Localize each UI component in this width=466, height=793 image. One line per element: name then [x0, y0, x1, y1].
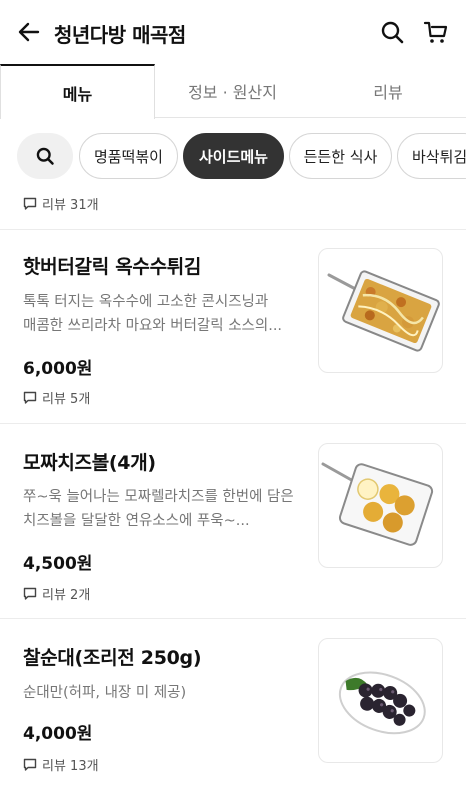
tab-menu[interactable]: 메뉴	[0, 64, 155, 119]
tab-review[interactable]: 리뷰	[310, 64, 466, 118]
store-tabs: 메뉴 정보 · 원산지 리뷰	[0, 64, 466, 119]
item-photo	[318, 638, 443, 763]
back-button[interactable]	[16, 18, 42, 46]
review-count-text: 리뷰 31개	[42, 198, 99, 213]
item-review-count: 리뷰 2개	[23, 584, 90, 603]
chip-crispy-fried[interactable]: 바삭튀김	[397, 133, 466, 179]
speech-bubble-icon	[23, 758, 37, 771]
item-review-count: 리뷰 5개	[23, 388, 90, 407]
search-icon	[36, 147, 54, 165]
corn-fritter-tray-image	[327, 270, 440, 352]
search-button[interactable]	[378, 18, 406, 46]
page-title: 청년다방 매곡점	[54, 23, 186, 47]
arrow-left-icon	[18, 22, 40, 42]
item-description: 톡톡 터지는 옥수수에 고소한 콘시즈닝과 매콤한 쓰리라차 마요와 버터갈릭 …	[23, 294, 283, 334]
menu-item-sundae[interactable]: 찰순대(조리전 250g) 순대만(허파, 내장 미 제공) 4,000원 리뷰…	[0, 619, 466, 793]
menu-item-mozza-cheese-ball[interactable]: 모짜치즈볼(4개) 쭈~욱 늘어나는 모짜렐라치즈를 한번에 담은 치즈볼을 달…	[0, 424, 466, 618]
item-description: 순대만(허파, 내장 미 제공)	[23, 685, 187, 701]
speech-bubble-icon	[23, 197, 37, 210]
search-icon	[381, 21, 404, 44]
item-name: 찰순대(조리전 250g)	[23, 647, 202, 669]
item-description: 쭈~욱 늘어나는 모짜렐라치즈를 한번에 담은 치즈볼을 달달한 연유소스에 푸…	[23, 489, 294, 529]
cart-button[interactable]	[422, 18, 450, 46]
item-review-count: 리뷰 13개	[23, 755, 99, 774]
speech-bubble-icon	[23, 587, 37, 600]
item-name: 핫버터갈릭 옥수수튀김	[23, 256, 202, 278]
speech-bubble-icon	[23, 391, 37, 404]
cheese-ball-tray-image	[321, 462, 434, 546]
item-photo	[318, 443, 443, 568]
sundae-plate-image	[338, 671, 426, 735]
previous-item-review-count[interactable]: 리뷰 31개	[23, 194, 99, 213]
chip-premium-tteokbokki[interactable]: 명품떡볶이	[79, 133, 178, 179]
tab-info-origin[interactable]: 정보 · 원산지	[155, 64, 310, 118]
app-header: 청년다방 매곡점	[0, 0, 466, 64]
chip-side-menu[interactable]: 사이드메뉴	[183, 133, 284, 179]
item-price: 4,500원	[23, 554, 93, 574]
chip-hearty-meal[interactable]: 든든한 식사	[289, 133, 392, 179]
item-price: 4,000원	[23, 724, 93, 744]
menu-item-corn-fritter[interactable]: 핫버터갈릭 옥수수튀김 톡톡 터지는 옥수수에 고소한 콘시즈닝과 매콤한 쓰리…	[0, 230, 466, 423]
item-price: 6,000원	[23, 359, 93, 379]
cart-icon	[423, 21, 448, 43]
item-name: 모짜치즈볼(4개)	[23, 452, 156, 474]
category-chip-bar: 명품떡볶이 사이드메뉴 든든한 식사 바삭튀김	[0, 133, 466, 181]
category-search-button[interactable]	[17, 133, 73, 179]
item-photo	[318, 248, 443, 373]
